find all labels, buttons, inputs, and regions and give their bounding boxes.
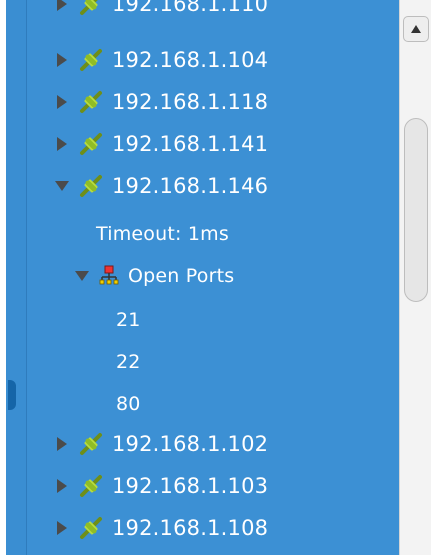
tree-row-port[interactable]: 80 [116, 384, 141, 424]
timeout-label: Timeout: 1ms [96, 223, 229, 245]
host-label: 192.168.1.141 [112, 132, 269, 156]
collapse-arrow-icon[interactable] [54, 178, 70, 194]
vertical-scrollbar[interactable] [399, 0, 432, 555]
window-edge [431, 0, 445, 555]
host-label: 192.168.1.110 [112, 0, 269, 16]
open-ports-label: Open Ports [128, 265, 235, 287]
tree-row-host[interactable]: 192.168.1.108 [54, 508, 268, 548]
port-label: 22 [116, 351, 141, 373]
port-label: 21 [116, 309, 141, 331]
network-icon [98, 265, 120, 287]
tree-row-host[interactable]: 192.168.1.118 [54, 82, 268, 122]
expand-arrow-icon[interactable] [54, 478, 70, 494]
tree-row-host[interactable]: 192.168.1.102 [54, 424, 268, 464]
tree-row-group[interactable]: Open Ports [74, 256, 234, 296]
left-notch [6, 0, 26, 555]
tree-row-detail[interactable]: Timeout: 1ms [96, 214, 229, 254]
tree-row-host[interactable]: 192.168.1.110 [54, 0, 268, 24]
tree-row-host[interactable]: 192.168.1.104 [54, 40, 268, 80]
plug-icon [78, 473, 104, 499]
plug-icon [78, 47, 104, 73]
tree-row-host[interactable]: 192.168.1.141 [54, 124, 268, 164]
plug-icon [78, 173, 104, 199]
expand-arrow-icon[interactable] [54, 520, 70, 536]
plug-icon [78, 89, 104, 115]
plug-icon [78, 131, 104, 157]
collapse-arrow-icon[interactable] [74, 268, 90, 284]
host-label: 192.168.1.104 [112, 48, 269, 72]
plug-icon [78, 431, 104, 457]
expand-arrow-icon[interactable] [54, 436, 70, 452]
host-label: 192.168.1.108 [112, 516, 269, 540]
expand-arrow-icon[interactable] [54, 0, 70, 12]
plug-icon [78, 515, 104, 541]
host-label: 192.168.1.103 [112, 474, 269, 498]
scroll-thumb[interactable] [404, 118, 428, 302]
expand-arrow-icon[interactable] [54, 136, 70, 152]
tree-row-port[interactable]: 22 [116, 342, 141, 382]
arrow-up-icon [411, 25, 421, 33]
tree-row-port[interactable]: 21 [116, 300, 141, 340]
resize-handle[interactable] [8, 380, 16, 410]
plug-icon [78, 0, 104, 17]
expand-arrow-icon[interactable] [54, 52, 70, 68]
scroll-up-button[interactable] [403, 16, 429, 42]
host-label: 192.168.1.118 [112, 90, 269, 114]
host-label: 192.168.1.146 [112, 174, 269, 198]
host-tree: 192.168.1.110 192.168.1.104 192.168.1.11… [40, 0, 400, 555]
tree-row-host-expanded[interactable]: 192.168.1.146 [54, 166, 268, 206]
port-label: 80 [116, 393, 141, 415]
tree-row-host[interactable]: 192.168.1.103 [54, 466, 268, 506]
host-label: 192.168.1.102 [112, 432, 269, 456]
expand-arrow-icon[interactable] [54, 94, 70, 110]
